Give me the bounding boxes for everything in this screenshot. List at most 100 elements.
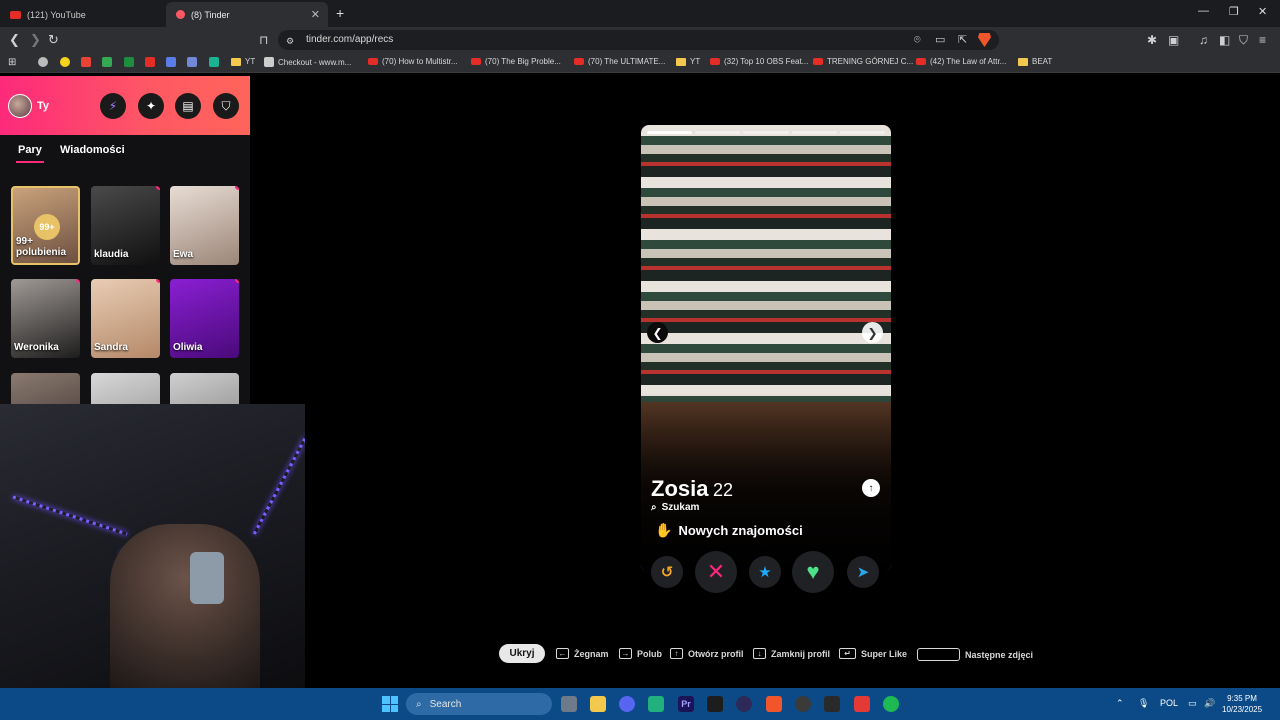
minimize-button[interactable]: — — [1198, 5, 1209, 17]
app-green-icon[interactable] — [648, 696, 664, 712]
brave-browser-icon[interactable] — [766, 696, 782, 712]
tab-tinder[interactable]: (8) Tinder ✕ — [166, 2, 328, 27]
app-red-icon[interactable] — [854, 696, 870, 712]
match-name: Weronika — [14, 342, 59, 353]
like-button[interactable]: ♥ — [792, 551, 834, 593]
apple-icon[interactable] — [38, 57, 48, 67]
next-photo-button[interactable]: ❯ — [862, 322, 883, 343]
shortcut-next-photo: Następne zdjęci — [917, 648, 1033, 661]
forward-icon[interactable]: ❯ — [30, 32, 41, 48]
match-tile[interactable] — [11, 373, 80, 405]
app-circle-icon[interactable] — [736, 696, 752, 712]
rewind-button[interactable]: ↺ — [651, 556, 683, 588]
open-profile-button[interactable]: ↑ — [862, 479, 880, 497]
brave-shields-icon[interactable] — [978, 33, 991, 47]
user-name[interactable]: Ty — [37, 100, 49, 112]
site-settings-icon[interactable]: ⚙ — [286, 33, 294, 49]
extensions-icon[interactable]: ✱ — [1147, 32, 1157, 48]
new-tab-button[interactable]: + — [336, 5, 344, 21]
url-text: tinder.com/app/recs — [306, 34, 394, 45]
bookmark-item[interactable]: (32) Top 10 OBS Feat... — [710, 57, 808, 66]
bookmark-item[interactable]: (70) The ULTIMATE... — [574, 57, 665, 66]
match-tile[interactable]: Ewa — [170, 186, 239, 265]
youtube-bookmark-icon[interactable] — [145, 57, 155, 67]
yellow-site-icon[interactable] — [60, 57, 70, 67]
tab-youtube[interactable]: (121) YouTube — [0, 2, 166, 27]
match-tile[interactable]: Sandra — [91, 279, 160, 358]
drive-icon[interactable] — [102, 57, 112, 67]
tab-matches[interactable]: Pary — [16, 144, 44, 163]
search-placeholder: Search — [429, 698, 462, 710]
menu-icon[interactable]: ≡ — [1259, 32, 1266, 48]
boost-icon[interactable]: ⚡ — [100, 93, 126, 119]
match-tile[interactable] — [170, 373, 239, 405]
windows-start-icon[interactable] — [382, 696, 398, 712]
super-like-button[interactable]: ★ — [749, 556, 781, 588]
boost-send-button[interactable]: ➤ — [847, 556, 879, 588]
clock-date: 10/23/2025 — [1222, 705, 1263, 714]
bookmark-item[interactable]: (70) How to Multistr... — [368, 57, 458, 66]
media-icon[interactable]: ♫ — [1199, 32, 1208, 48]
terminal-icon[interactable] — [824, 696, 840, 712]
bookmark-folder[interactable]: YT — [231, 57, 255, 66]
photo-indicator[interactable] — [839, 131, 886, 134]
microphone-icon[interactable]: 🎙 — [1138, 698, 1149, 709]
bookmark-item[interactable]: (42) The Law of Attr... — [916, 57, 1006, 66]
bookmark-icon[interactable]: ⊓ — [259, 32, 268, 48]
premiere-pro-icon[interactable]: Pr — [678, 696, 694, 712]
location-icon[interactable]: ⌾ — [914, 32, 921, 48]
translate-icon[interactable] — [166, 57, 176, 67]
explore-icon[interactable]: ✦ — [138, 93, 164, 119]
photo-indicator[interactable] — [647, 131, 693, 134]
close-window-button[interactable]: ✕ — [1258, 5, 1267, 18]
bookmark-item[interactable]: (70) The Big Proble... — [471, 57, 561, 66]
match-tile[interactable]: Oliwia — [170, 279, 239, 358]
briefcase-icon[interactable]: ▤ — [175, 93, 201, 119]
bookmark-folder[interactable]: YT — [676, 57, 700, 66]
profile-card[interactable]: ❮ ❯ Zosia 22 ↑ ⌕ Szukam ✋ Nowych znajomo… — [641, 125, 891, 572]
photo-indicator[interactable] — [695, 131, 741, 134]
likes-tile[interactable]: 99+ 99+ polubienia — [11, 186, 80, 265]
reload-icon[interactable]: ↻ — [48, 32, 59, 48]
address-bar[interactable]: ⚙ tinder.com/app/recs ⌾ ▭ ⇱ — [278, 30, 999, 50]
cast-icon[interactable]: ▭ — [935, 32, 945, 48]
photo-indicator[interactable] — [791, 131, 837, 134]
photo-indicator[interactable] — [743, 131, 789, 134]
volume-icon[interactable]: 🔊 — [1204, 698, 1215, 709]
tray-overflow-icon[interactable]: ⌃ — [1116, 698, 1124, 709]
share-icon[interactable]: ⇱ — [958, 32, 967, 48]
safety-shield-icon[interactable]: ⛉ — [213, 93, 239, 119]
spotify-icon[interactable] — [883, 696, 899, 712]
task-view-icon[interactable] — [561, 696, 577, 712]
previous-photo-button[interactable]: ❮ — [647, 322, 668, 343]
d-site-icon[interactable] — [209, 57, 219, 67]
capcut-icon[interactable] — [707, 696, 723, 712]
network-icon[interactable]: ▭ — [1188, 698, 1197, 709]
sidebar-toggle-icon[interactable]: ◧ — [1219, 32, 1230, 48]
bookmark-item[interactable]: Checkout - www.m... — [264, 57, 351, 67]
match-tile[interactable]: Weronika — [11, 279, 80, 358]
hide-shortcuts-button[interactable]: Ukryj — [499, 644, 545, 663]
discord-icon[interactable] — [619, 696, 635, 712]
bookmark-item[interactable]: TRENING GÓRNEJ C... — [813, 57, 913, 66]
match-tile[interactable] — [91, 373, 160, 405]
maximize-button[interactable]: ❐ — [1229, 5, 1239, 18]
obs-icon[interactable] — [795, 696, 811, 712]
close-tab-icon[interactable]: ✕ — [311, 8, 320, 21]
back-icon[interactable]: ❮ — [9, 32, 20, 48]
bookmark-folder[interactable]: BEAT — [1018, 57, 1052, 66]
avatar[interactable] — [8, 94, 32, 118]
screenshot-icon[interactable]: ▣ — [1168, 32, 1179, 48]
file-explorer-icon[interactable] — [590, 696, 606, 712]
nope-button[interactable]: ✕ — [695, 551, 737, 593]
vpn-icon[interactable]: ⛉ — [1239, 32, 1248, 48]
apps-icon[interactable]: ⊞ — [8, 57, 16, 68]
match-tile[interactable]: klaudia — [91, 186, 160, 265]
sheets-icon[interactable] — [124, 57, 134, 67]
gmail-icon[interactable] — [81, 57, 91, 67]
tab-messages[interactable]: Wiadomości — [60, 144, 125, 156]
discord-bookmark-icon[interactable] — [187, 57, 197, 67]
taskbar-clock[interactable]: 9:35 PM 10/23/2025 — [1222, 693, 1262, 715]
taskbar-search[interactable]: ⌕ Search — [406, 693, 552, 715]
input-language[interactable]: POL — [1160, 698, 1178, 708]
